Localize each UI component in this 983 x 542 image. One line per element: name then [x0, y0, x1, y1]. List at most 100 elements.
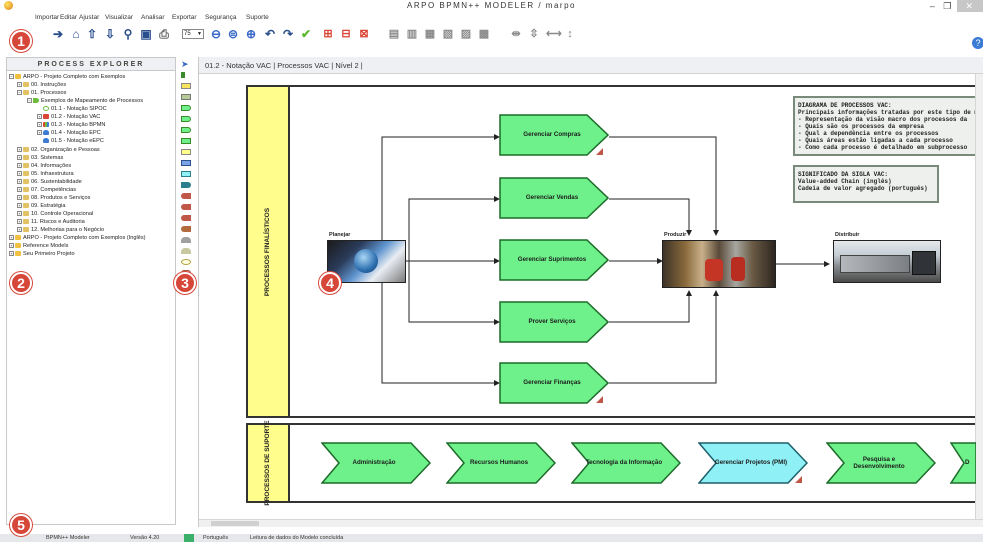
align-bottom-icon[interactable]: ▩: [478, 28, 490, 40]
menu-analisar[interactable]: Analisar: [141, 14, 164, 21]
brown-2-tool-icon[interactable]: [181, 204, 191, 210]
pointer-tool-icon[interactable]: ➤: [181, 60, 191, 69]
tree-item[interactable]: +09. Estratégia: [17, 203, 66, 210]
pool-tool-icon[interactable]: [181, 149, 191, 155]
blue-box-tool-icon[interactable]: [181, 160, 191, 166]
tree-item[interactable]: + ARPO - Projeto Completo com Exemplos (I…: [9, 235, 145, 242]
tree-item[interactable]: +11. Riscos e Auditoria: [17, 219, 85, 226]
binoculars-icon[interactable]: ⚲: [122, 28, 134, 40]
tree-item[interactable]: +12. Melhorias para o Negócio: [17, 227, 104, 234]
menu-importar[interactable]: Importar: [35, 14, 59, 21]
tree-item[interactable]: +02. Organização e Pessoas: [17, 147, 100, 154]
tree-item[interactable]: − ARPO - Projeto Completo com Exemplos: [9, 74, 125, 81]
menu-editar[interactable]: Editar: [60, 14, 77, 21]
gray-tool-icon[interactable]: [181, 237, 191, 243]
menu-visualizar[interactable]: Visualizar: [105, 14, 133, 21]
align-right-icon[interactable]: ▦: [424, 28, 436, 40]
layout-tree-horizontal-icon[interactable]: ⊟: [340, 28, 352, 40]
storage-tool-icon[interactable]: [181, 248, 191, 254]
expand-icon[interactable]: +: [9, 251, 14, 257]
tree-item[interactable]: +08. Produtos e Serviços: [17, 195, 90, 202]
print-icon[interactable]: ⎙: [158, 28, 170, 40]
brown-tool-icon[interactable]: [181, 193, 191, 199]
collapse-icon[interactable]: −: [9, 74, 14, 80]
process-tecnologia-informacao[interactable]: Tecnologia da Informação: [571, 442, 681, 484]
save-icon[interactable]: ▣: [140, 28, 152, 40]
expand-icon[interactable]: +: [9, 235, 14, 241]
expand-icon[interactable]: +: [17, 187, 22, 193]
process-recursos-humanos[interactable]: Recursos Humanos: [446, 442, 556, 484]
expand-icon[interactable]: +: [17, 163, 22, 169]
process-pesquisa-desenvolvimento[interactable]: Pesquisa e Desenvolvimento: [826, 442, 936, 484]
tree-item[interactable]: + Reference Models: [9, 243, 68, 250]
tree-item[interactable]: −01. Processos: [17, 90, 66, 97]
expand-icon[interactable]: +: [37, 130, 42, 136]
menu-exportar[interactable]: Exportar: [172, 14, 197, 21]
distribuir-image[interactable]: [833, 240, 941, 283]
expand-icon[interactable]: +: [9, 243, 14, 249]
process-administracao[interactable]: Administração: [321, 442, 431, 484]
vac-tool-icon[interactable]: [181, 116, 191, 122]
arrow-right-icon[interactable]: ➔: [52, 28, 64, 40]
same-width-icon[interactable]: ⟷: [546, 28, 562, 40]
maximize-button[interactable]: ❐: [941, 0, 955, 12]
vac-green-tool-icon[interactable]: [181, 105, 191, 111]
close-button[interactable]: ✕: [957, 0, 983, 12]
produzir-image[interactable]: [662, 240, 776, 288]
zoom-out-icon[interactable]: ⊖: [210, 28, 222, 40]
expand-icon[interactable]: +: [37, 114, 42, 120]
scroll-thumb[interactable]: [211, 521, 259, 526]
help-icon[interactable]: ?: [972, 37, 983, 49]
brown-4-tool-icon[interactable]: [181, 226, 191, 232]
vac-chevron-tool-icon[interactable]: [181, 127, 191, 133]
note-tool-icon[interactable]: [181, 83, 191, 89]
tree-item[interactable]: +01.4 - Notação EPC: [37, 130, 101, 137]
expand-icon[interactable]: +: [17, 219, 22, 225]
zoom-reset-icon[interactable]: ⊜: [227, 28, 239, 40]
tree-item[interactable]: +06. Sustentabilidade: [17, 179, 82, 186]
process-partial[interactable]: D: [950, 442, 976, 484]
align-middle-icon[interactable]: ▨: [460, 28, 472, 40]
expand-icon[interactable]: +: [17, 227, 22, 233]
note-sigla-vac[interactable]: SIGNIFICADO DA SIGLA VAC: Value-added Ch…: [793, 165, 939, 203]
distribute-horizontal-icon[interactable]: ⇹: [510, 28, 522, 40]
tree-item[interactable]: 01.1 - Notação SIPOC: [43, 106, 107, 113]
menu-seguranca[interactable]: Segurança: [205, 14, 236, 21]
process-prover-servicos[interactable]: Prover Serviços: [499, 301, 609, 343]
menu-ajustar[interactable]: Ajustar: [79, 14, 99, 21]
expand-icon[interactable]: +: [37, 122, 42, 128]
tree-item[interactable]: +03. Sistemas: [17, 155, 63, 162]
expand-icon[interactable]: +: [17, 82, 22, 88]
tree-item[interactable]: + Seu Primeiro Projeto: [9, 251, 75, 258]
layout-org-icon[interactable]: ⊠: [358, 28, 370, 40]
expand-icon[interactable]: +: [17, 147, 22, 153]
tree-item[interactable]: +01.3 - Notação BPMN: [37, 122, 105, 129]
tree-item[interactable]: +05. Infraestrutura: [17, 171, 74, 178]
process-tool-icon[interactable]: [181, 138, 191, 144]
process-gerenciar-compras[interactable]: Gerenciar Compras: [499, 114, 609, 156]
cyan-box-tool-icon[interactable]: [181, 171, 191, 177]
same-height-icon[interactable]: ↕: [564, 28, 576, 40]
menu-suporte[interactable]: Suporte: [246, 14, 269, 21]
tree-item[interactable]: +00. Instruções: [17, 82, 66, 89]
tree-item[interactable]: +04. Informações: [17, 163, 71, 170]
expand-icon[interactable]: +: [17, 155, 22, 161]
align-center-icon[interactable]: ▥: [406, 28, 418, 40]
align-left-icon[interactable]: ▤: [388, 28, 400, 40]
note-diagrama-vac[interactable]: DIAGRAMA DE PROCESSOS VAC: Principais in…: [793, 96, 980, 156]
brown-3-tool-icon[interactable]: [181, 215, 191, 221]
horizontal-scrollbar[interactable]: [199, 519, 983, 527]
arrow-up-icon[interactable]: ⇧: [86, 28, 98, 40]
expand-icon[interactable]: +: [17, 171, 22, 177]
collapse-icon[interactable]: −: [17, 90, 22, 96]
process-gerenciar-financas[interactable]: Gerenciar Finanças: [499, 362, 609, 404]
arrow-down-icon[interactable]: ⇩: [104, 28, 116, 40]
tree-item-selected[interactable]: +01.2 - Notação VAC: [37, 114, 100, 121]
tree-item[interactable]: 01.5 - Notação eEPC: [43, 138, 104, 145]
home-icon[interactable]: ⌂: [70, 28, 82, 40]
teal-tool-icon[interactable]: [181, 182, 191, 188]
tree-item[interactable]: − Exemplos de Mapeamento de Processos: [27, 98, 143, 105]
undo-icon[interactable]: ↶: [264, 28, 276, 40]
collapse-icon[interactable]: −: [27, 98, 32, 104]
table-tool-icon[interactable]: [181, 94, 191, 100]
